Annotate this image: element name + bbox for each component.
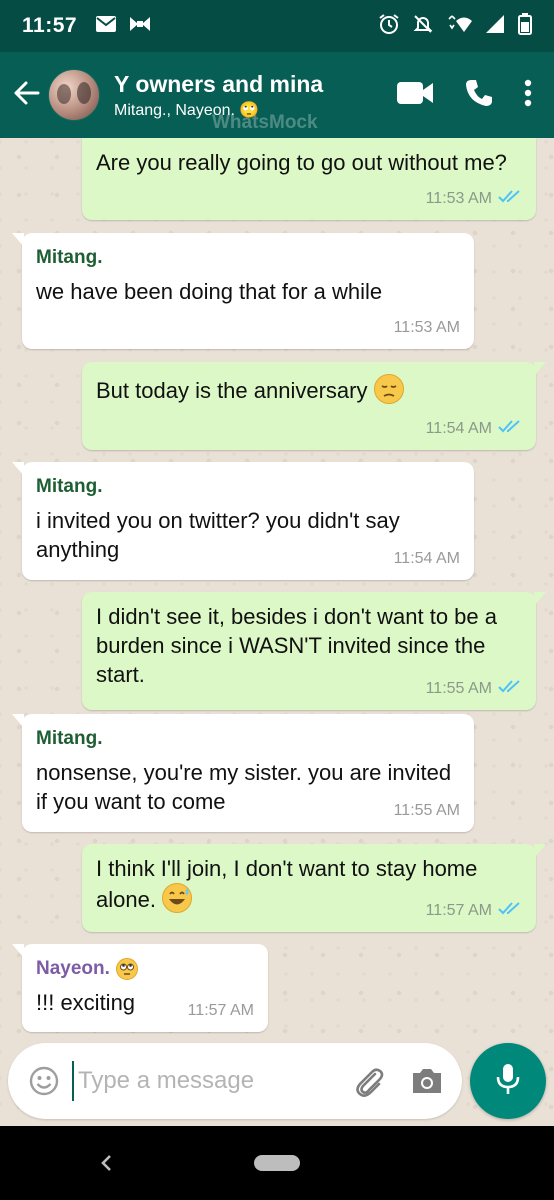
mute-icon — [412, 13, 434, 40]
phone-call-icon[interactable] — [464, 78, 494, 113]
message-meta: 11:53 AM — [394, 319, 460, 337]
message-bubble-incoming[interactable]: Mitang. we have been doing that for a wh… — [12, 233, 474, 349]
message-meta: 11:54 AM — [394, 550, 460, 568]
sender-name: Mitang. — [36, 247, 103, 268]
message-time: 11:54 AM — [425, 419, 492, 437]
signal-icon — [484, 13, 506, 40]
message-time: 11:54 AM — [393, 550, 460, 567]
battery-icon — [518, 12, 532, 40]
message-meta: 11:57 AM — [426, 901, 522, 920]
message-meta: 11:55 AM — [394, 802, 460, 820]
message-time: 11:55 AM — [393, 802, 460, 819]
message-meta: 11:53 AM — [426, 189, 522, 208]
more-options-icon[interactable] — [524, 79, 532, 112]
header-actions — [396, 78, 532, 113]
camera-icon[interactable] — [410, 1065, 444, 1102]
message-time: 11:53 AM — [425, 189, 492, 207]
watermark: WhatsMock — [212, 112, 318, 133]
sender-name: Mitang. — [36, 476, 103, 497]
message-time: 11:55 AM — [425, 679, 492, 697]
message-text: I think I'll join, I don't want to stay … — [96, 856, 478, 912]
sender-name: Mitang. — [36, 728, 103, 749]
message-text-row: But today is the anniversary — [96, 374, 516, 405]
message-meta: 11:57 AM — [188, 1002, 254, 1020]
status-time: 11:57 — [22, 14, 78, 37]
message-meta: 11:54 AM — [426, 419, 522, 438]
double-tick-icon — [498, 901, 522, 920]
video-call-icon[interactable] — [396, 80, 434, 111]
mic-button[interactable] — [470, 1043, 546, 1119]
message-bubble-outgoing[interactable]: Are you really going to go out without m… — [82, 138, 536, 220]
double-tick-icon — [498, 419, 522, 438]
status-right-icons — [378, 12, 532, 40]
chat-title: Y owners and mina — [114, 70, 324, 97]
message-text: I didn't see it, besides i don't want to… — [96, 604, 497, 687]
back-arrow-icon — [12, 79, 40, 112]
status-bar: 11:57 — [0, 0, 554, 52]
message-bubble-outgoing[interactable]: I didn't see it, besides i don't want to… — [82, 592, 546, 710]
message-bubble-outgoing[interactable]: I think I'll join, I don't want to stay … — [82, 844, 546, 932]
nav-back-icon[interactable] — [96, 1148, 116, 1183]
emoji-icon[interactable] — [28, 1065, 60, 1102]
message-text: !!! exciting — [36, 990, 136, 1015]
wifi-icon — [446, 13, 472, 40]
nav-home-pill[interactable] — [254, 1155, 300, 1171]
group-avatar[interactable] — [48, 69, 100, 121]
back-button[interactable] — [4, 52, 48, 138]
message-bubble-outgoing[interactable]: But today is the anniversary 11:54 AM — [82, 362, 546, 450]
message-text: we have been doing that for a while — [36, 279, 383, 304]
sender-name: Nayeon. — [36, 958, 110, 979]
message-time: 11:53 AM — [393, 319, 460, 336]
system-nav-bar — [0, 1126, 554, 1200]
message-meta: 11:55 AM — [426, 679, 522, 698]
message-text: But today is the anniversary — [96, 378, 368, 403]
pensive-face-emoji-icon — [373, 374, 404, 404]
grinning-sweat-face-emoji-icon — [162, 883, 193, 913]
sender-row: Nayeon. — [36, 958, 138, 980]
double-tick-icon — [498, 189, 522, 208]
message-time: 11:57 AM — [187, 1002, 254, 1019]
status-left-icons — [95, 15, 151, 38]
bow-icon — [129, 15, 151, 38]
message-composer — [8, 1043, 462, 1119]
message-bubble-incoming[interactable]: Mitang. i invited you on twitter? you di… — [12, 462, 474, 580]
mail-icon — [95, 15, 117, 38]
chat-area[interactable]: Are you really going to go out without m… — [0, 138, 554, 1126]
message-time: 11:57 AM — [425, 901, 492, 919]
message-input[interactable] — [72, 1061, 342, 1101]
mic-icon — [495, 1062, 521, 1101]
attach-icon[interactable] — [352, 1065, 386, 1104]
eye-roll-face-emoji-icon — [115, 958, 138, 980]
message-bubble-incoming[interactable]: Nayeon. !!! exciting 11:57 AM — [12, 944, 268, 1032]
alarm-icon — [378, 13, 400, 40]
message-bubble-incoming[interactable]: Mitang. nonsense, you're my sister. you … — [12, 714, 474, 832]
message-text: Are you really going to go out without m… — [96, 150, 507, 175]
double-tick-icon — [498, 679, 522, 698]
